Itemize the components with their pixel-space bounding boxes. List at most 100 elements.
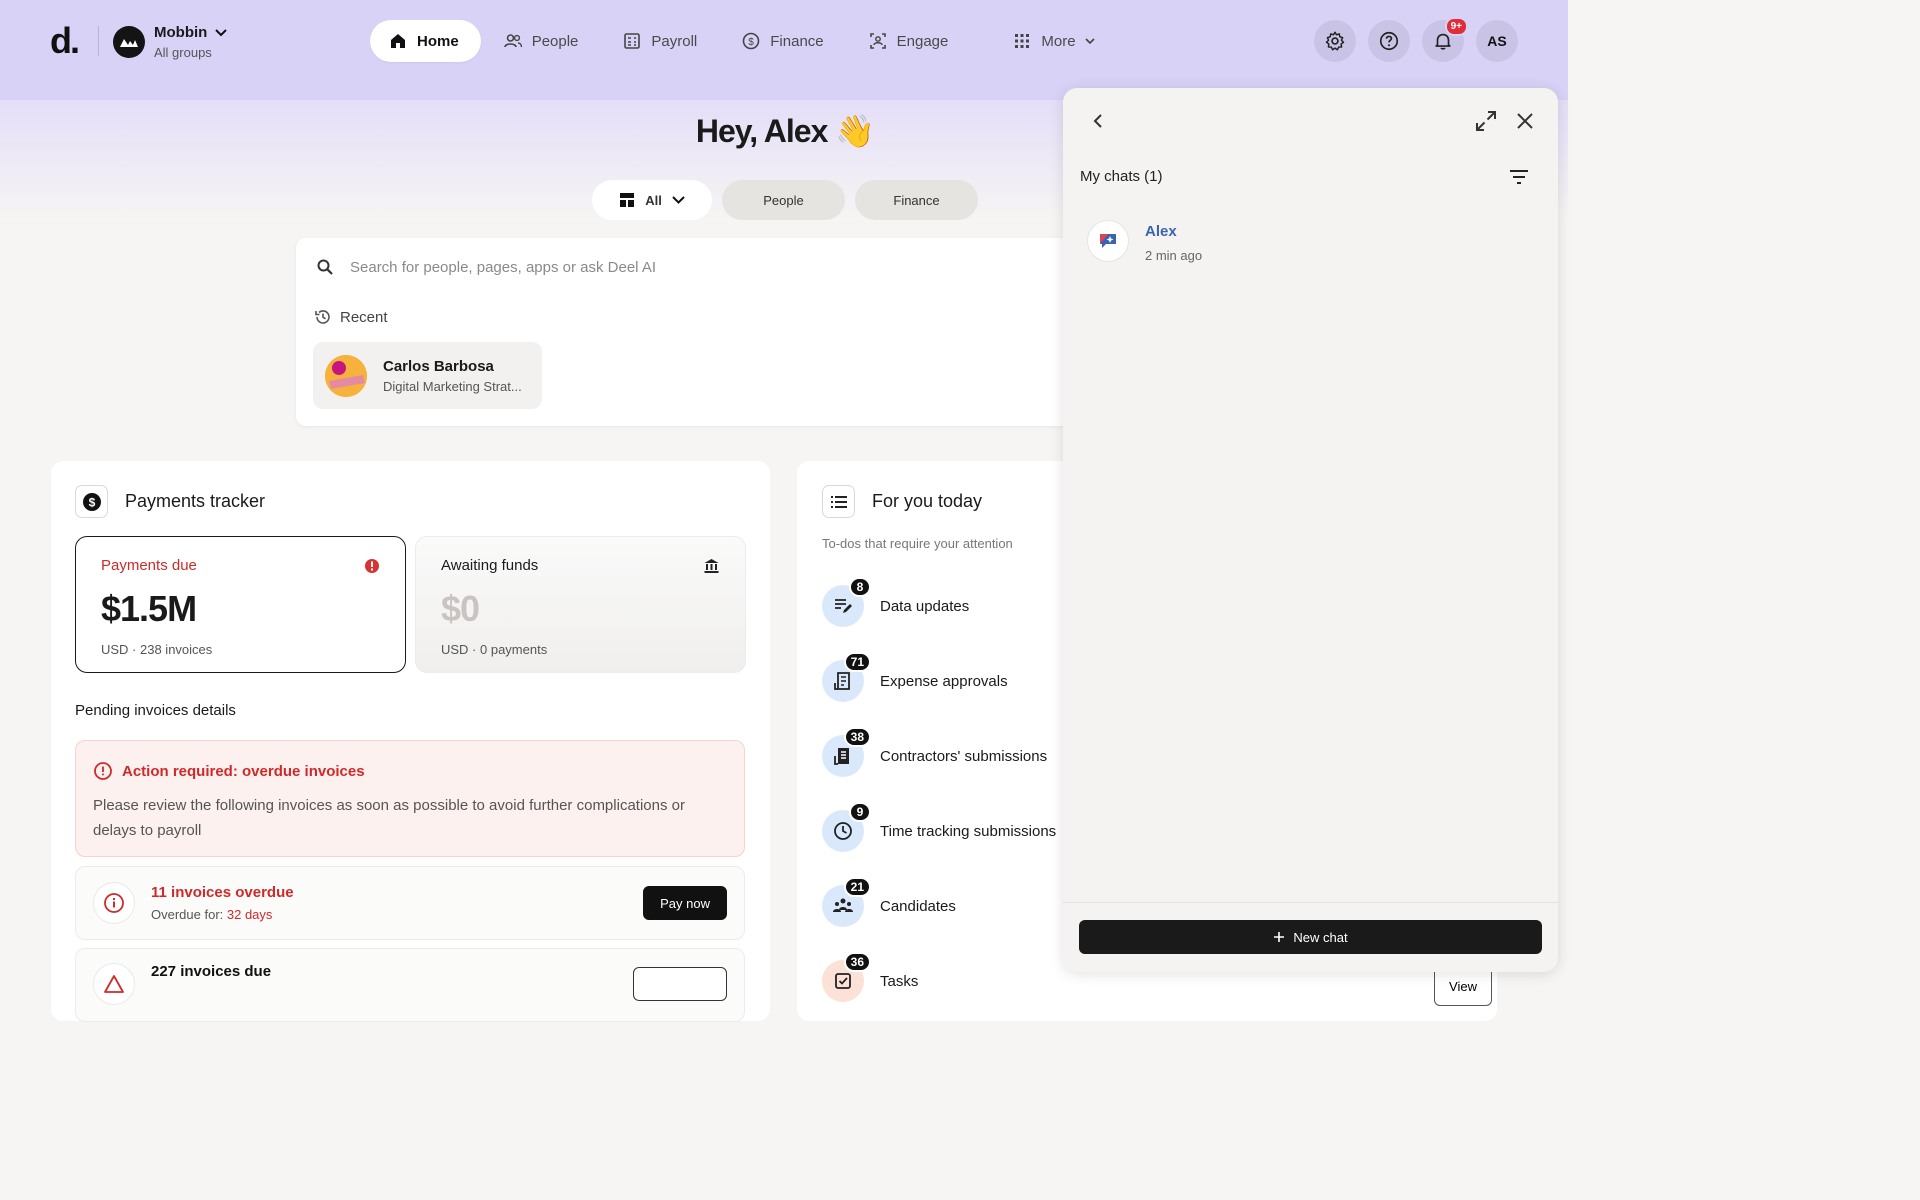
- help-icon: [1379, 31, 1399, 51]
- awaiting-funds-header: Awaiting funds: [441, 557, 720, 574]
- todo-label: Candidates: [880, 897, 956, 915]
- todo-count: 36: [843, 952, 871, 972]
- list-icon: [830, 495, 847, 508]
- payments-tracker-card: $ Payments tracker Payments due $1.5M US…: [51, 461, 770, 1022]
- due-invoices-row: 227 invoices due: [75, 948, 745, 1022]
- pay-now-button[interactable]: Pay now: [643, 886, 727, 920]
- nav-home[interactable]: Home: [370, 20, 481, 62]
- todo-candidates[interactable]: 21 Candidates: [822, 877, 956, 927]
- org-logo-icon: [120, 39, 138, 47]
- todo-contractors-submissions[interactable]: 38 Contractors' submissions: [822, 727, 1047, 777]
- todo-icon: 38: [822, 727, 871, 777]
- dollar-icon: $: [742, 32, 760, 50]
- help-button[interactable]: [1368, 20, 1410, 62]
- page-greeting: Hey, Alex 👋: [590, 112, 980, 150]
- recent-header: Recent: [314, 308, 388, 326]
- org-switcher[interactable]: Mobbin All groups: [113, 24, 228, 60]
- overdue-invoices-sub: Overdue for: 32 days: [151, 907, 643, 922]
- filter-people[interactable]: People: [722, 180, 845, 220]
- group-icon: [833, 898, 853, 912]
- invoice-status-icon: [93, 963, 135, 1005]
- review-button[interactable]: [633, 967, 727, 1001]
- recent-person-card[interactable]: Carlos Barbosa Digital Marketing Strat..…: [313, 342, 542, 409]
- todo-time-tracking[interactable]: 9 Time tracking submissions: [822, 802, 1057, 852]
- layout-icon: [620, 193, 635, 207]
- org-name-label: Mobbin: [154, 24, 208, 41]
- todo-icon: 9: [822, 802, 871, 852]
- search-input[interactable]: [350, 258, 950, 276]
- for-you-today-title: For you today: [872, 491, 983, 511]
- nav-finance-label: Finance: [770, 32, 824, 50]
- nav-people[interactable]: People: [485, 20, 601, 62]
- search-filters: All People Finance: [592, 180, 978, 220]
- nav-engage-label: Engage: [896, 32, 949, 50]
- todo-label: Expense approvals: [880, 672, 1008, 690]
- todo-count: 71: [843, 652, 871, 672]
- overdue-days: 32 days: [226, 907, 273, 922]
- payments-tracker-header: $ Payments tracker: [75, 485, 265, 518]
- filter-all[interactable]: All: [592, 180, 712, 220]
- settings-button[interactable]: [1314, 20, 1356, 62]
- nav-more[interactable]: More: [994, 20, 1116, 62]
- back-button[interactable]: [1085, 108, 1111, 134]
- todo-tasks[interactable]: 36 Tasks: [822, 952, 918, 1002]
- nav-engage[interactable]: Engage: [850, 20, 971, 62]
- todo-label: Time tracking submissions: [880, 822, 1057, 840]
- filter-icon: [1510, 170, 1528, 184]
- todo-count: 38: [843, 727, 871, 747]
- overdue-invoices-text: 11 invoices overdue Overdue for: 32 days: [151, 884, 643, 922]
- payments-tracker-title: Payments tracker: [125, 491, 266, 511]
- header-actions: 9+ AS: [1314, 17, 1518, 62]
- todo-icon: 36: [822, 952, 871, 1002]
- todo-data-updates[interactable]: 8 Data updates: [822, 577, 970, 627]
- awaiting-funds-box[interactable]: Awaiting funds $0 USD · 0 payments: [415, 536, 746, 673]
- task-icon: [835, 973, 851, 989]
- greeting-text: Hey, Alex: [695, 113, 829, 149]
- chat-name: Alex: [1145, 223, 1177, 240]
- engage-icon: [869, 33, 886, 49]
- overdue-invoices-title: 11 invoices overdue: [151, 884, 294, 901]
- payments-due-box[interactable]: Payments due $1.5M USD · 238 invoices: [75, 536, 406, 673]
- org-name: Mobbin: [154, 24, 228, 41]
- wave-emoji: 👋: [835, 113, 875, 149]
- user-avatar[interactable]: AS: [1476, 20, 1518, 62]
- todo-icon: 21: [822, 877, 871, 927]
- org-avatar: [113, 26, 145, 58]
- new-chat-button[interactable]: New chat: [1079, 920, 1542, 954]
- svg-text:$: $: [88, 495, 95, 509]
- nav-payroll[interactable]: Payroll: [604, 20, 719, 62]
- warning-icon: [104, 975, 124, 993]
- chevron-down-icon: [1084, 37, 1095, 44]
- todo-label: Data updates: [880, 597, 970, 615]
- todo-count: 8: [849, 577, 871, 597]
- ai-chat-icon: [1100, 234, 1116, 248]
- recent-person-role: Digital Marketing Strat...: [383, 378, 522, 394]
- chevron-left-icon: [1093, 114, 1102, 128]
- payments-due-sub: USD · 238 invoices: [101, 642, 213, 657]
- overdue-alert-title: Action required: overdue invoices: [93, 761, 727, 781]
- chat-panel: My chats (1) Alex 2 min ago New chat: [1063, 88, 1558, 972]
- todo-icon: 71: [822, 652, 871, 702]
- nav-payroll-label: Payroll: [651, 32, 698, 50]
- expand-button[interactable]: [1473, 108, 1499, 134]
- org-subtitle: All groups: [154, 45, 212, 60]
- close-button[interactable]: [1512, 108, 1538, 134]
- payroll-icon: [624, 33, 641, 49]
- plus-icon: [1274, 932, 1285, 942]
- view-button[interactable]: View: [1434, 966, 1492, 1006]
- nav-finance[interactable]: $ Finance: [723, 20, 845, 62]
- todo-count: 9: [849, 802, 871, 822]
- notifications-button[interactable]: 9+: [1422, 17, 1468, 62]
- app-logo[interactable]: d.: [50, 20, 80, 62]
- awaiting-funds-value: $0: [441, 588, 480, 629]
- todo-expense-approvals[interactable]: 71 Expense approvals: [822, 652, 1008, 702]
- filter-button[interactable]: [1506, 165, 1532, 189]
- alert-icon: [365, 558, 379, 573]
- nav-more-label: More: [1041, 32, 1076, 50]
- people-icon: [503, 34, 522, 48]
- dollar-icon-box: $: [75, 485, 108, 518]
- chat-list-item[interactable]: Alex 2 min ago: [1087, 220, 1202, 263]
- filter-finance[interactable]: Finance: [855, 180, 978, 220]
- edit-list-icon: [835, 599, 852, 613]
- todo-count: 21: [843, 877, 871, 897]
